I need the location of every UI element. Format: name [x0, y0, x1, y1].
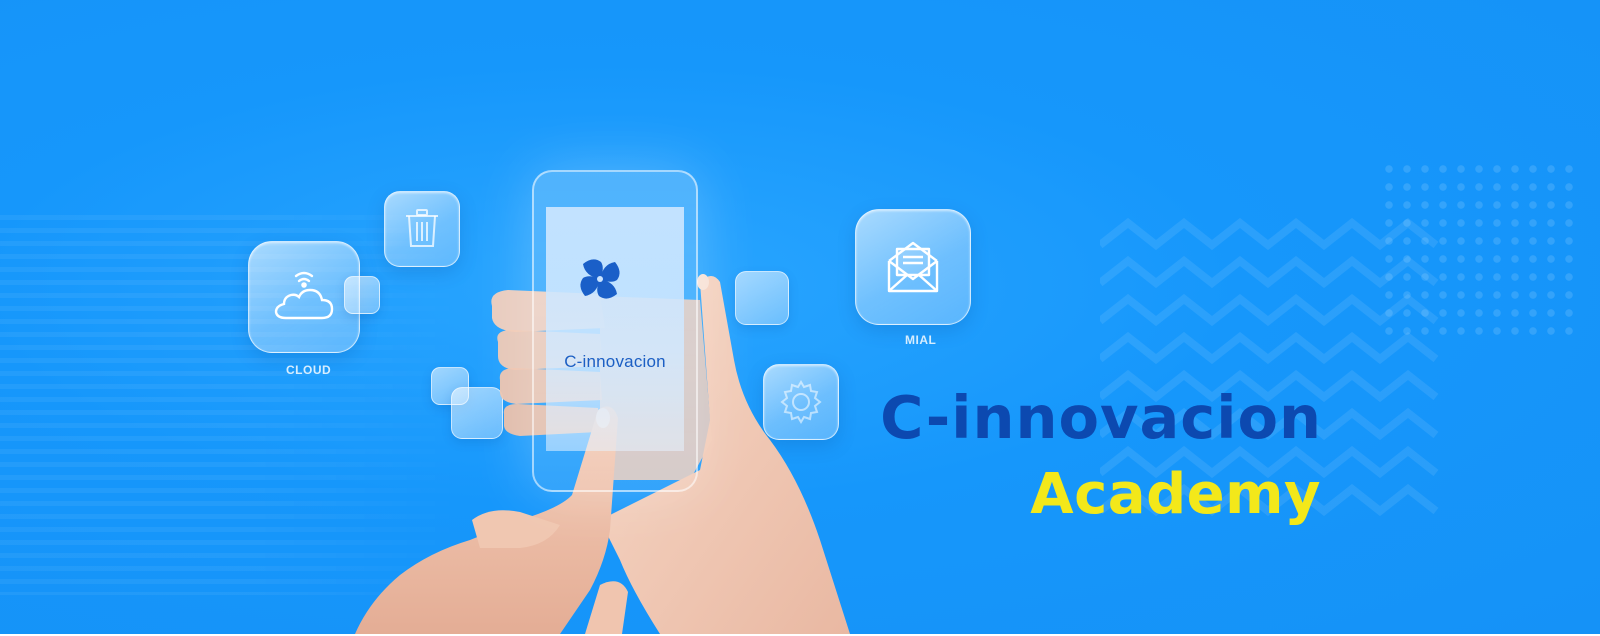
- headline-brand: C-innovacion: [880, 383, 1322, 452]
- hero-banner: CLOUD MIAL C-innovacion C-innovacion Aca…: [0, 0, 1600, 634]
- phone-screen: [546, 207, 684, 451]
- pinwheel-logo-icon: [580, 259, 620, 299]
- headline-academy: Academy: [1030, 462, 1321, 527]
- phone-brand-label: C-innovacion: [564, 352, 666, 371]
- hands-illustration: [355, 274, 850, 634]
- transparent-phone: C-innovacion: [532, 170, 698, 492]
